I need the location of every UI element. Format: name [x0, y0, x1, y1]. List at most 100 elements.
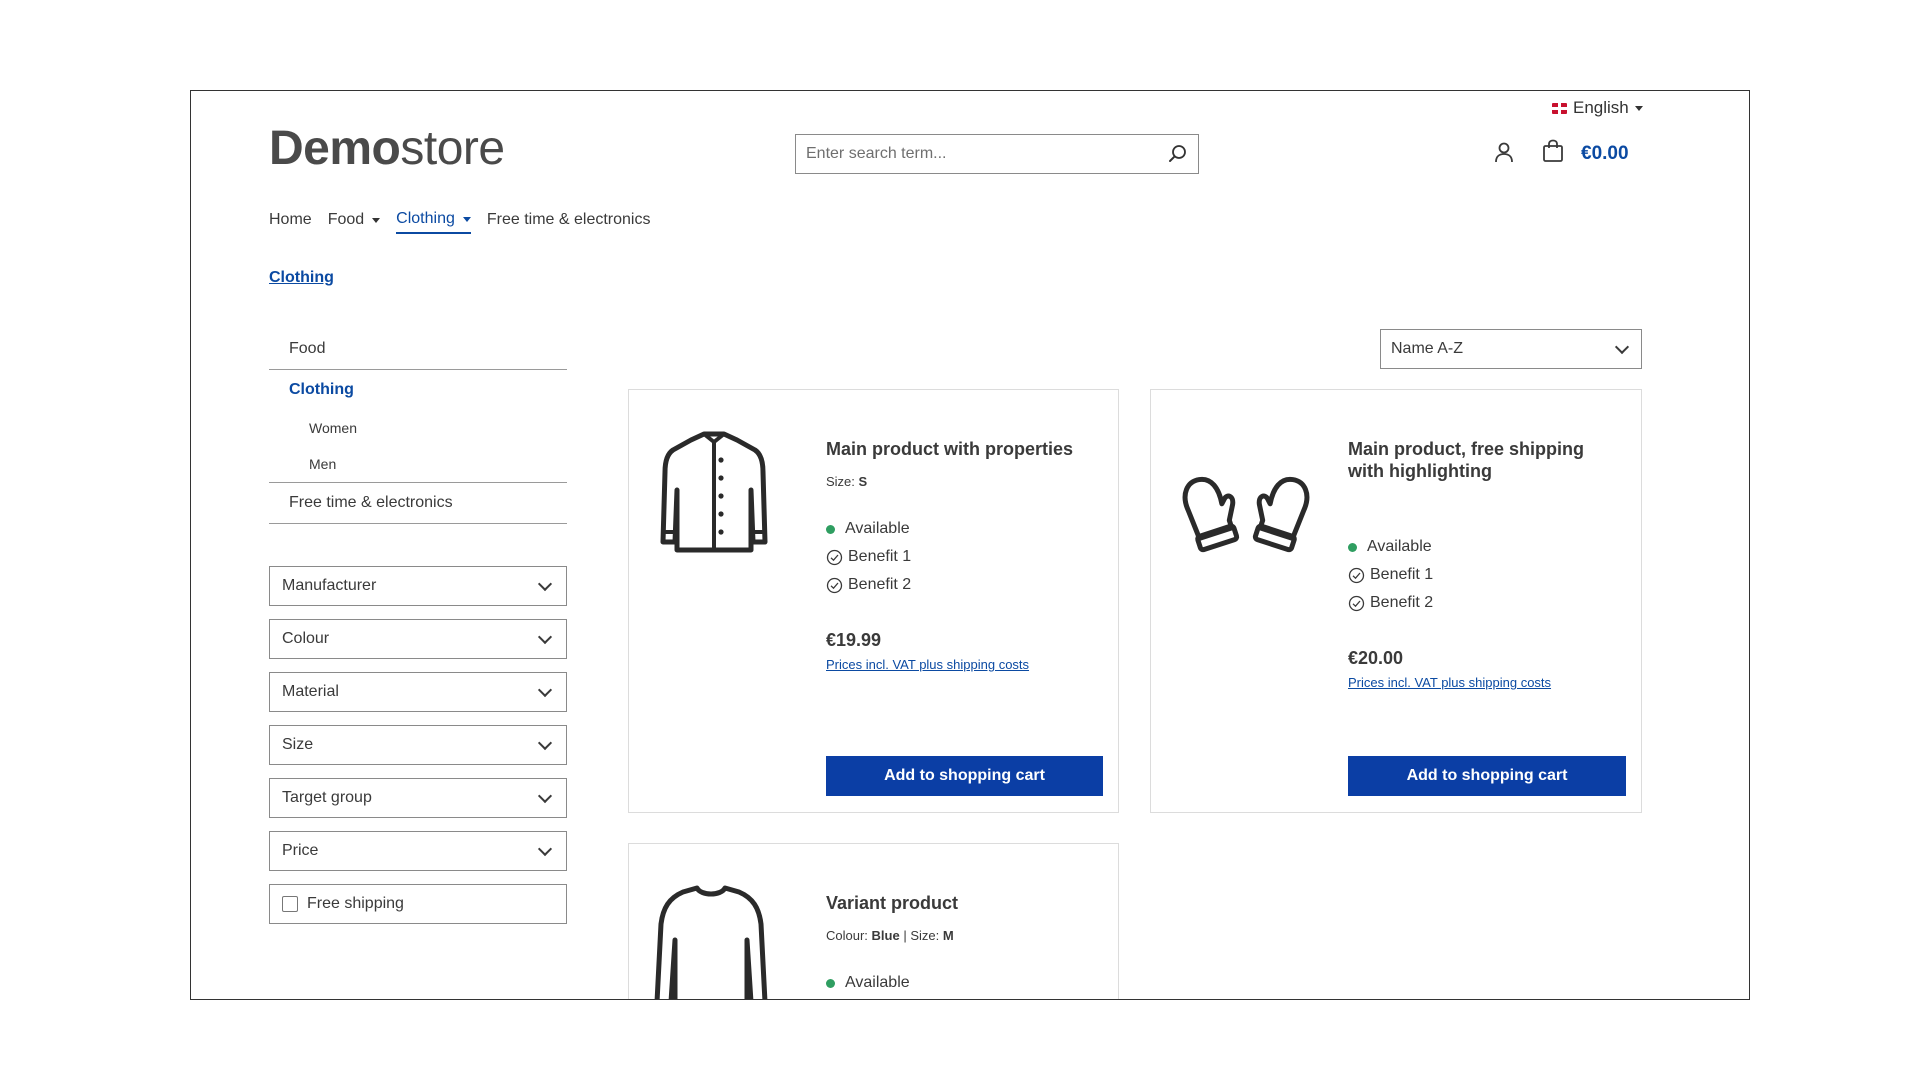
- sidebar-item-men[interactable]: Men: [269, 446, 567, 482]
- property-value: M: [942, 928, 954, 943]
- availability-text: Available: [845, 520, 910, 537]
- vat-shipping-link[interactable]: Prices incl. VAT plus shipping costs: [826, 657, 1029, 672]
- property-value: Blue: [871, 928, 900, 943]
- product-name-line: Main product, free shipping: [1348, 439, 1585, 459]
- divider: [269, 523, 567, 524]
- sweater-icon[interactable]: [653, 884, 769, 999]
- mittens-icon[interactable]: [1171, 465, 1321, 560]
- logo-bold-text: Demo: [269, 122, 401, 175]
- filter-manufacturer[interactable]: Manufacturer: [269, 566, 567, 606]
- check-circle-icon: [1348, 595, 1365, 611]
- caret-down-icon: [1634, 105, 1643, 111]
- chevron-down-icon: [537, 788, 553, 804]
- filter-label: Size: [282, 736, 314, 753]
- benefit-text: Benefit 1: [848, 548, 912, 565]
- product-property: Size: S: [826, 474, 867, 489]
- chevron-down-icon: [537, 629, 553, 645]
- vat-shipping-link[interactable]: Prices incl. VAT plus shipping costs: [1348, 675, 1551, 690]
- product-name[interactable]: Main product, free shipping with highlig…: [1348, 438, 1584, 482]
- filter-label: Manufacturer: [282, 577, 377, 594]
- product-card: Main product, free shipping with highlig…: [1150, 389, 1642, 813]
- add-to-cart-button[interactable]: Add to shopping cart: [1348, 756, 1626, 796]
- logo-light-text: store: [400, 122, 505, 175]
- availability: Available: [826, 520, 910, 538]
- product-name-line: with highlighting: [1348, 461, 1492, 481]
- filter-free-shipping[interactable]: Free shipping: [269, 884, 567, 924]
- available-dot-icon: [826, 978, 835, 988]
- chevron-down-icon: [537, 735, 553, 751]
- chevron-down-icon: [537, 682, 553, 698]
- filter-price[interactable]: Price: [269, 831, 567, 871]
- nav-item-label: Clothing: [396, 210, 455, 227]
- filter-size[interactable]: Size: [269, 725, 567, 765]
- sidebar-item-food[interactable]: Food: [269, 329, 567, 369]
- jacket-icon[interactable]: [659, 430, 769, 559]
- language-switcher[interactable]: English: [1552, 98, 1643, 118]
- benefit-text: Benefit 2: [848, 576, 912, 593]
- store-frame: English Demostore €0.00 Home Food Clothi…: [190, 90, 1750, 1000]
- search-icon[interactable]: [1158, 135, 1198, 173]
- check-circle-icon: [826, 577, 843, 593]
- availability-text: Available: [845, 974, 910, 991]
- sidebar-item-free-time[interactable]: Free time & electronics: [269, 483, 567, 523]
- benefit-text: Benefit 1: [1370, 566, 1434, 583]
- category-sidebar: Food Clothing Women Men Free time & elec…: [269, 329, 567, 524]
- sidebar-item-clothing[interactable]: Clothing: [269, 370, 567, 410]
- nav-item-home[interactable]: Home: [269, 210, 312, 234]
- account-icon[interactable]: [1493, 141, 1515, 168]
- benefit: Benefit 2: [1348, 594, 1433, 612]
- available-dot-icon: [1348, 542, 1357, 552]
- language-label: English: [1573, 98, 1629, 117]
- chevron-down-icon: [537, 841, 553, 857]
- nav-item-free-time[interactable]: Free time & electronics: [487, 210, 651, 234]
- cart-total[interactable]: €0.00: [1581, 143, 1629, 165]
- product-name[interactable]: Variant product: [826, 892, 958, 914]
- property-label: Size:: [826, 474, 855, 489]
- filter-label: Material: [282, 683, 339, 700]
- property-value: S: [858, 474, 868, 489]
- free-shipping-checkbox[interactable]: [282, 896, 298, 912]
- product-name[interactable]: Main product with properties: [826, 438, 1073, 460]
- availability: Available: [1348, 538, 1432, 556]
- store-logo[interactable]: Demostore: [269, 121, 505, 176]
- cart-icon[interactable]: [1541, 139, 1565, 168]
- filter-material[interactable]: Material: [269, 672, 567, 712]
- filter-label: Colour: [282, 630, 330, 647]
- product-price: €19.99: [826, 630, 882, 650]
- filter-label: Free shipping: [307, 895, 404, 912]
- search-box: [795, 134, 1199, 174]
- check-circle-icon: [1348, 567, 1365, 583]
- nav-item-label: Free time & electronics: [486, 211, 651, 228]
- filter-panel: Manufacturer Colour Material Size Target…: [269, 566, 567, 937]
- product-property: Colour: Blue | Size: M: [826, 928, 954, 943]
- check-circle-icon: [826, 549, 843, 565]
- sort-selected-value: Name A-Z: [1391, 340, 1464, 357]
- chevron-down-icon: [1614, 339, 1630, 355]
- product-price: €20.00: [1348, 648, 1404, 668]
- sidebar-item-women[interactable]: Women: [269, 410, 567, 446]
- breadcrumb[interactable]: Clothing: [269, 269, 334, 287]
- filter-colour[interactable]: Colour: [269, 619, 567, 659]
- filter-label: Target group: [282, 789, 372, 806]
- product-card: Main product with properties Size: S Ava…: [628, 389, 1119, 813]
- property-label: Size:: [910, 928, 940, 943]
- caret-down-icon: [462, 216, 471, 222]
- flag-uk-icon: [1552, 102, 1567, 114]
- benefit: Benefit 1: [826, 548, 911, 566]
- benefit-text: Benefit 2: [1370, 594, 1434, 611]
- add-to-cart-button[interactable]: Add to shopping cart: [826, 756, 1103, 796]
- benefit: Benefit 1: [1348, 566, 1433, 584]
- availability-text: Available: [1367, 538, 1432, 555]
- available-dot-icon: [826, 524, 835, 534]
- nav-item-clothing[interactable]: Clothing: [396, 210, 471, 234]
- sort-select[interactable]: Name A-Z: [1380, 329, 1642, 369]
- chevron-down-icon: [537, 576, 553, 592]
- main-navigation: Home Food Clothing Free time & electroni…: [269, 210, 666, 234]
- nav-item-food[interactable]: Food: [327, 210, 381, 234]
- product-card: Variant product Colour: Blue | Size: M A…: [628, 843, 1119, 999]
- search-input[interactable]: [796, 135, 1158, 173]
- nav-item-label: Food: [327, 211, 365, 228]
- caret-down-icon: [372, 217, 381, 223]
- filter-target-group[interactable]: Target group: [269, 778, 567, 818]
- benefit: Benefit 2: [826, 576, 911, 594]
